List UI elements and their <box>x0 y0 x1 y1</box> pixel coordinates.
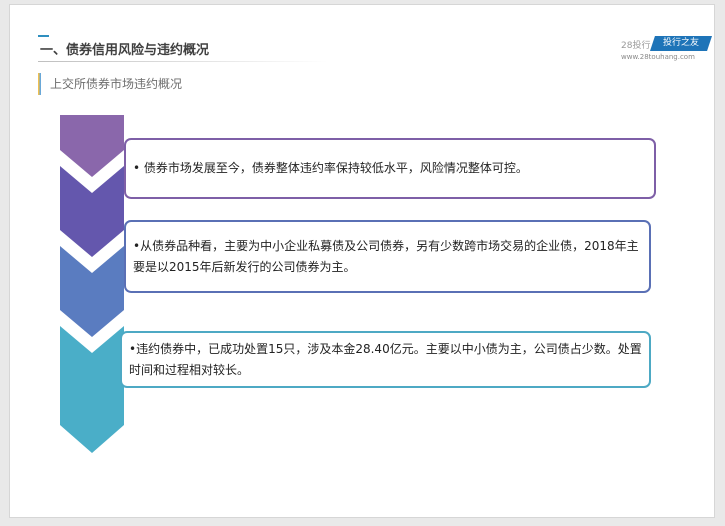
point-box-3: •违约债券中，已成功处置15只，涉及本金28.40亿元。主要以中小债为主，公司债… <box>120 331 651 388</box>
point-text-3: •违约债券中，已成功处置15只，涉及本金28.40亿元。主要以中小债为主，公司债… <box>129 341 642 377</box>
chevron-2 <box>60 166 124 257</box>
point-box-2: •从债券品种看，主要为中小企业私募债及公司债券，另有少数跨市场交易的企业债，20… <box>124 220 651 293</box>
point-text-1: • 债券市场发展至今，债券整体违约率保持较低水平，风险情况整体可控。 <box>133 161 528 175</box>
chevron-1 <box>60 115 124 177</box>
chevron-4 <box>60 326 124 453</box>
point-box-1: • 债券市场发展至今，债券整体违约率保持较低水平，风险情况整体可控。 <box>124 138 656 199</box>
point-text-2: •从债券品种看，主要为中小企业私募债及公司债券，另有少数跨市场交易的企业债，20… <box>133 238 639 274</box>
slide: 一、债券信用风险与违约概况 上交所债券市场违约概况 28投行 投行之友 www.… <box>9 4 715 518</box>
chevron-3 <box>60 246 124 337</box>
